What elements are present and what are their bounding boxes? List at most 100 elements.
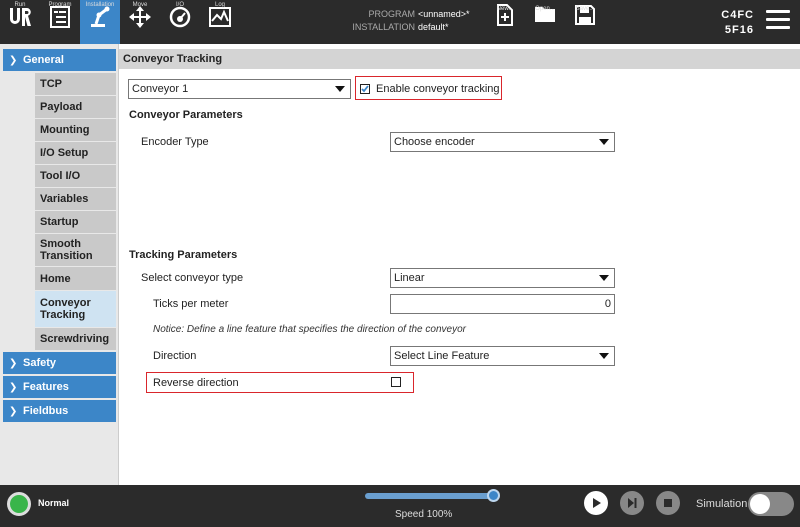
sidebar-item-label: Screwdriving: [40, 333, 110, 345]
bottom-bar: Normal Speed 100% Simulation: [0, 485, 800, 527]
io-tab-label: I/O: [175, 2, 184, 8]
installation-sidebar: ❯ General TCP Payload Mounting I/O Setup…: [0, 44, 118, 485]
play-icon: [593, 498, 601, 508]
chevron-right-icon: ❯: [9, 405, 18, 417]
direction-value: Select Line Feature: [394, 350, 490, 362]
sidebar-item-label: I/O Setup: [40, 147, 89, 159]
stop-icon: [664, 499, 672, 507]
sidebar-item-conveyor-tracking[interactable]: Conveyor Tracking: [35, 291, 116, 327]
sidebar-item-smooth-transition[interactable]: Smooth Transition: [35, 234, 116, 266]
installation-tab-label: Installation: [85, 2, 115, 8]
save-button[interactable]: Save...: [565, 4, 605, 40]
save-button-label: Save...: [575, 6, 595, 12]
conveyor-select-value: Conveyor 1: [132, 83, 189, 95]
encoder-type-select[interactable]: Choose encoder: [390, 132, 615, 152]
nav-group-features[interactable]: ❯ Features: [3, 376, 116, 398]
program-label: PROGRAM: [368, 9, 415, 19]
conveyor-type-value: Linear: [394, 272, 425, 284]
program-info-values: <unnamed>* default*: [418, 8, 470, 34]
sidebar-item-payload[interactable]: Payload: [35, 96, 116, 118]
nav-group-features-label: Features: [23, 381, 69, 393]
ticks-per-meter-label: Ticks per meter: [153, 298, 229, 310]
speed-slider-track[interactable]: [365, 493, 495, 499]
sidebar-item-tool-io[interactable]: Tool I/O: [35, 165, 116, 187]
io-tab[interactable]: I/O: [160, 0, 200, 44]
program-tab-label: Program: [48, 2, 72, 8]
stop-button[interactable]: [656, 491, 680, 515]
installation-value: default*: [418, 22, 449, 32]
dropdown-arrow-icon: [599, 353, 609, 359]
nav-group-fieldbus[interactable]: ❯ Fieldbus: [3, 400, 116, 422]
run-tab-label: Run: [14, 2, 26, 8]
hamburger-menu-icon[interactable]: [766, 10, 790, 32]
installation-label: INSTALLATION: [352, 22, 415, 32]
panel-title: Conveyor Tracking: [119, 49, 800, 69]
reverse-direction-label: Reverse direction: [153, 377, 239, 389]
log-tab[interactable]: Log: [200, 0, 240, 44]
nav-group-general-label: General: [23, 54, 64, 66]
simulation-label: Simulation: [696, 498, 748, 510]
sidebar-item-label: Home: [40, 272, 71, 285]
conveyor-select[interactable]: Conveyor 1: [128, 79, 351, 99]
step-button[interactable]: [620, 491, 644, 515]
enable-tracking-label: Enable conveyor tracking: [376, 83, 500, 95]
ticks-per-meter-input[interactable]: 0: [390, 294, 615, 314]
program-value: <unnamed>*: [418, 9, 470, 19]
open-button[interactable]: Open...: [525, 4, 565, 40]
robot-serial: C4FC 5F16: [714, 8, 754, 38]
play-button[interactable]: [584, 491, 608, 515]
conveyor-type-select[interactable]: Linear: [390, 268, 615, 288]
dropdown-arrow-icon: [599, 139, 609, 145]
new-button-label: New...: [496, 6, 514, 12]
speed-slider-handle[interactable]: [487, 489, 500, 502]
reverse-direction-checkbox[interactable]: [391, 377, 401, 387]
conveyor-tracking-panel: Conveyor Tracking Conveyor 1 Enable conv…: [118, 44, 800, 485]
new-button[interactable]: New...: [485, 4, 525, 40]
encoder-type-value: Choose encoder: [394, 136, 475, 148]
speed-label: Speed 100%: [395, 509, 453, 520]
conveyor-type-label: Select conveyor type: [141, 272, 244, 284]
simulation-toggle[interactable]: [748, 492, 794, 516]
tracking-params-heading: Tracking Parameters: [129, 249, 238, 261]
sidebar-item-mounting[interactable]: Mounting: [35, 119, 116, 141]
enable-tracking-checkbox[interactable]: [360, 84, 370, 94]
dropdown-arrow-icon: [599, 275, 609, 281]
open-button-label: Open...: [535, 6, 555, 12]
sidebar-item-screwdriving[interactable]: Screwdriving: [35, 328, 116, 350]
nav-group-general[interactable]: ❯ General: [3, 49, 116, 71]
sidebar-item-label: Tool I/O: [40, 170, 81, 182]
robot-status-label: Normal: [38, 498, 70, 508]
sidebar-item-label: Smooth Transition: [40, 238, 93, 262]
sidebar-item-variables[interactable]: Variables: [35, 188, 116, 210]
dropdown-arrow-icon: [335, 86, 345, 92]
direction-notice: Notice: Define a line feature that speci…: [153, 324, 466, 335]
step-icon: [628, 498, 637, 508]
sidebar-item-label: Startup: [40, 216, 79, 228]
nav-group-safety-label: Safety: [23, 357, 57, 369]
sidebar-item-tcp[interactable]: TCP: [35, 73, 116, 95]
direction-label: Direction: [153, 350, 197, 362]
checkmark-icon: [360, 84, 369, 92]
nav-group-fieldbus-label: Fieldbus: [23, 405, 69, 417]
sidebar-item-label: TCP: [40, 78, 62, 90]
top-bar: Run Program Installation Move I/O Log PR…: [0, 0, 800, 44]
chevron-right-icon: ❯: [9, 357, 18, 369]
robot-serial-line2: 5F16: [724, 24, 754, 36]
sidebar-item-label: Mounting: [40, 124, 90, 136]
encoder-type-label: Encoder Type: [141, 136, 209, 148]
run-tab[interactable]: Run: [0, 0, 40, 44]
sidebar-item-startup[interactable]: Startup: [35, 211, 116, 233]
move-tab[interactable]: Move: [120, 0, 160, 44]
robot-status-indicator[interactable]: [7, 492, 31, 516]
log-tab-label: Log: [214, 2, 225, 8]
sidebar-item-io-setup[interactable]: I/O Setup: [35, 142, 116, 164]
sidebar-item-home[interactable]: Home: [35, 267, 116, 290]
sidebar-item-label: Payload: [40, 101, 83, 113]
program-tab[interactable]: Program: [40, 0, 80, 44]
installation-tab[interactable]: Installation: [80, 0, 120, 44]
program-info-labels: PROGRAM INSTALLATION: [330, 8, 415, 34]
sidebar-item-label: Variables: [40, 193, 89, 205]
nav-group-safety[interactable]: ❯ Safety: [3, 352, 116, 374]
sidebar-item-label: Conveyor Tracking: [40, 297, 91, 321]
direction-select[interactable]: Select Line Feature: [390, 346, 615, 366]
